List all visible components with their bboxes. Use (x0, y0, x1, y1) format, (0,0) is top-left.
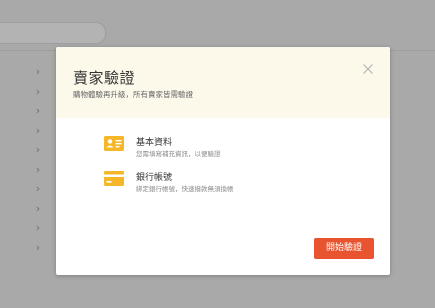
step-title: 銀行帳號 (136, 173, 173, 183)
background-menu-chevrons: › › › › › › › › › › (31, 62, 45, 257)
chevron-right-icon: › (35, 221, 41, 234)
chevron-right-icon: › (35, 123, 41, 137)
start-verification-button[interactable]: 開始驗證 (314, 238, 374, 259)
bank-card-icon (104, 171, 124, 186)
chevron-right-icon: › (35, 240, 41, 254)
chevron-right-icon: › (35, 201, 41, 215)
chevron-right-icon: › (35, 162, 41, 176)
chevron-right-icon: › (35, 182, 41, 195)
chevron-right-icon: › (35, 104, 41, 117)
seller-verification-modal: 賣家驗證 購物體驗再升級，所有賣家皆需驗證 基本資料 您需填寫補充資訊，以便驗證… (56, 47, 390, 275)
chevron-right-icon: › (35, 143, 41, 156)
chevron-right-icon: › (35, 84, 41, 98)
step-description: 您需填寫補充資訊，以便驗證 (136, 150, 221, 158)
close-button[interactable] (362, 63, 374, 75)
step-bank-account: 銀行帳號 綁定銀行帳號，快速撥款無須換帳 (104, 170, 354, 200)
step-basic-info: 基本資料 您需填寫補充資訊，以便驗證 (104, 135, 354, 165)
modal-header: 賣家驗證 購物體驗再升級，所有賣家皆需驗證 (56, 47, 390, 118)
modal-subtitle: 購物體驗再升級，所有賣家皆需驗證 (73, 90, 193, 99)
background-search-bar (0, 22, 106, 44)
step-description: 綁定銀行帳號，快速撥款無須換帳 (136, 185, 234, 193)
id-card-icon (104, 136, 124, 151)
page: › › › › › › › › › › 賣家驗證 購物體驗再升級，所有賣家皆需驗… (0, 0, 435, 308)
chevron-right-icon: › (35, 65, 41, 78)
step-title: 基本資料 (136, 138, 173, 148)
close-icon (363, 64, 373, 74)
modal-title: 賣家驗證 (73, 69, 136, 87)
